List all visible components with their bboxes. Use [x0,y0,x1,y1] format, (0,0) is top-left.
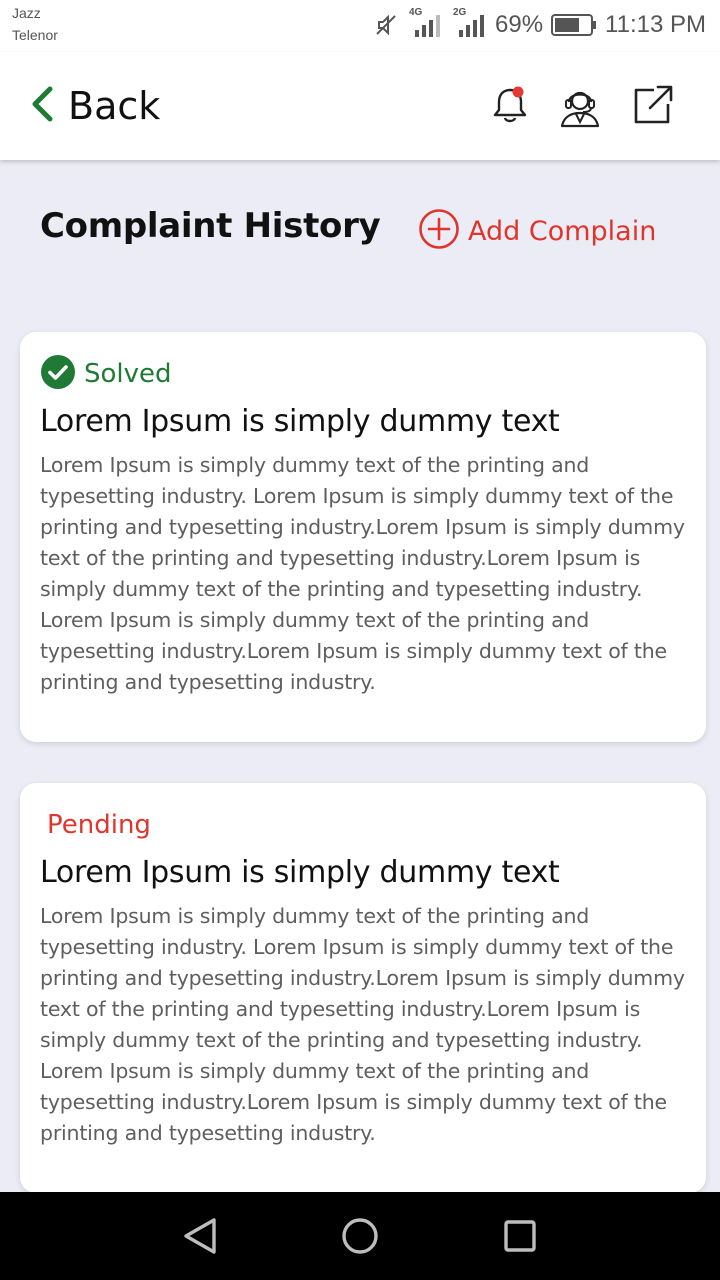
signal-2g-icon: 2G [451,7,487,39]
battery-percent: 69% [495,11,544,38]
complaint-card[interactable]: Pending Lorem Ipsum is simply dummy text… [20,783,706,1193]
complaint-title: Lorem Ipsum is simply dummy text [40,855,560,890]
recents-square-icon[interactable] [496,1212,544,1260]
plus-circle-icon [418,208,460,254]
status-icons: 4G 2G 69% 11:13 PM [373,7,706,42]
status-bar: Jazz Telenor 4G 2G 69% 11:13 PM [0,0,720,52]
status-row: Pending [40,805,686,845]
status-row: Solved [40,354,686,394]
add-complain-label: Add Complain [468,215,657,247]
signal-4g-icon: 4G [407,7,443,39]
complaint-description: Lorem Ipsum is simply dummy text of the … [40,453,685,694]
check-circle-icon [40,354,76,394]
complaint-card[interactable]: Solved Lorem Ipsum is simply dummy text … [20,332,706,742]
app-bar: Back [0,52,720,160]
page-title: Complaint History [40,206,381,246]
carrier-2: Telenor [12,27,58,43]
mute-icon [373,12,399,38]
back-button[interactable]: Back [30,82,160,130]
back-label: Back [68,84,161,128]
chevron-left-icon [30,86,54,126]
home-circle-icon[interactable] [336,1212,384,1260]
status-badge: Solved [84,359,172,389]
system-nav-bar [0,1192,720,1280]
external-link-icon[interactable] [628,82,676,130]
carrier-1: Jazz [12,5,41,21]
status-badge: Pending [47,810,151,840]
complaint-title: Lorem Ipsum is simply dummy text [40,404,560,439]
back-triangle-icon[interactable] [176,1212,224,1260]
complaint-description: Lorem Ipsum is simply dummy text of the … [40,904,685,1145]
support-agent-icon[interactable] [556,82,604,130]
battery-icon [551,13,597,37]
bell-icon[interactable] [486,82,534,130]
add-complain-button[interactable]: Add Complain [418,208,657,254]
clock: 11:13 PM [605,11,706,38]
